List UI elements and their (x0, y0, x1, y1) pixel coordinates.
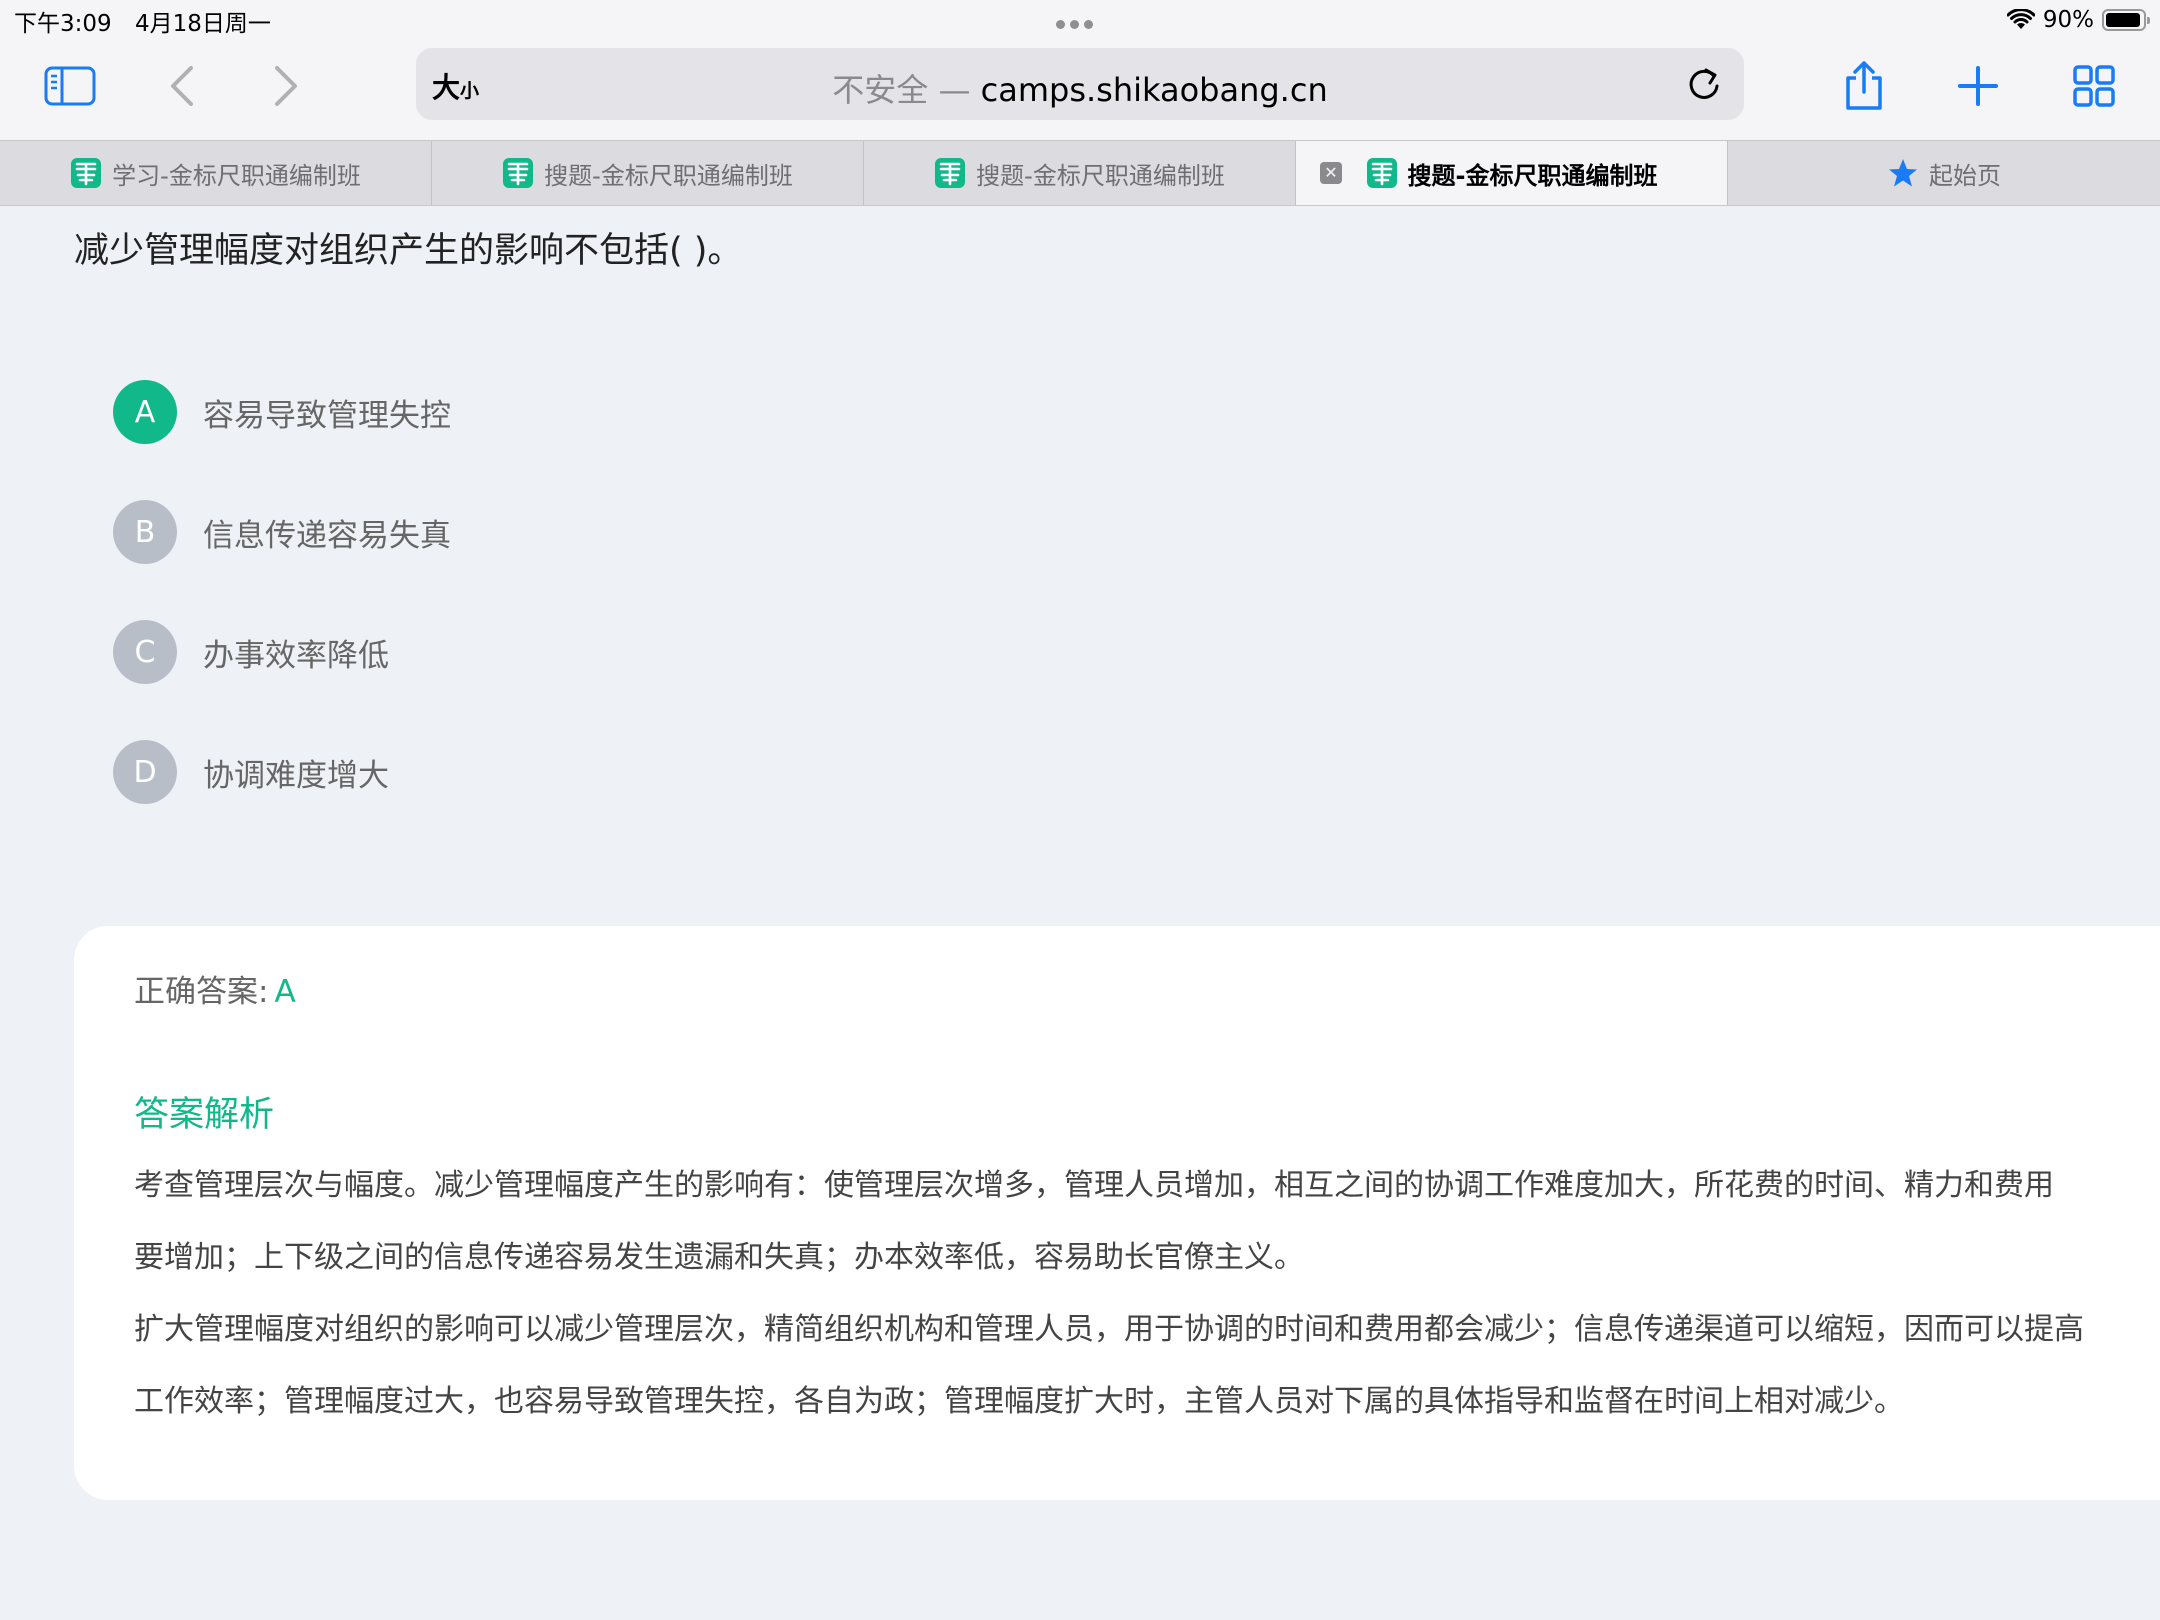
address-bar[interactable]: 大小 不安全 — camps.shikaobang.cn (416, 48, 1744, 120)
analysis-line: 考查管理层次与幅度。减少管理幅度产生的影响有：使管理层次增多，管理人员增加，相互… (134, 1168, 2054, 1203)
option-d[interactable]: D 协调难度增大 (113, 740, 389, 804)
answer-card: 正确答案: A 答案解析 考查管理层次与幅度。减少管理幅度产生的影响有：使管理层次… (74, 926, 2160, 1500)
site-favicon-icon (935, 158, 966, 188)
correct-answer: 正确答案: A (134, 966, 296, 1011)
option-text: 协调难度增大 (203, 757, 389, 794)
status-time: 下午3:09 (14, 11, 112, 37)
tab-overview-icon[interactable] (2064, 58, 2124, 114)
option-b[interactable]: B 信息传递容易失真 (113, 500, 451, 564)
battery-icon (2102, 9, 2150, 31)
wifi-icon (2006, 9, 2035, 29)
url-domain: camps.shikaobang.cn (980, 71, 1328, 109)
page-content: 减少管理幅度对组织产生的影响不包括( )。 A 容易导致管理失控 B 信息传递容… (0, 206, 2160, 1620)
battery-percent: 90% (2042, 7, 2094, 33)
correct-answer-label: 正确答案: (134, 974, 269, 1010)
tab-search-2[interactable]: 搜题-金标尺职通编制班 (864, 141, 1296, 205)
tab-label: 学习-金标尺职通编制班 (112, 161, 361, 190)
option-letter-badge: B (113, 500, 177, 564)
close-tab-icon[interactable]: ✕ (1320, 162, 1342, 184)
tab-start-page[interactable]: 起始页 (1728, 141, 2160, 205)
site-favicon-icon (1366, 158, 1397, 188)
analysis-line: 要增加；上下级之间的信息传递容易发生遗漏和失真；办本效率低，容易助长官僚主义。 (134, 1240, 1304, 1275)
option-text: 办事效率降低 (203, 637, 389, 674)
option-letter-badge: C (113, 620, 177, 684)
new-tab-plus-icon[interactable] (1948, 58, 2008, 114)
analysis-line: 工作效率；管理幅度过大，也容易导致管理失控，各自为政；管理幅度扩大时，主管人员对… (134, 1384, 1904, 1419)
analysis-title: 答案解析 (134, 1095, 275, 1135)
option-letter-badge: D (113, 740, 177, 804)
status-right: 90% (2006, 4, 2150, 36)
tab-search-active[interactable]: ✕ 搜题-金标尺职通编制班 (1296, 141, 1728, 205)
tab-label: 起始页 (1929, 161, 2001, 190)
tab-label: 搜题-金标尺职通编制班 (1407, 161, 1658, 190)
tab-bar: 学习-金标尺职通编制班 搜题-金标尺职通编制班 搜题-金标尺职通编制班 ✕ 搜题… (0, 140, 2160, 206)
question-text: 减少管理幅度对组织产生的影响不包括( )。 (74, 231, 743, 271)
browser-toolbar: 大小 不安全 — camps.shikaobang.cn (0, 40, 2160, 140)
star-icon (1889, 159, 1917, 187)
back-chevron-icon[interactable] (152, 58, 212, 114)
share-icon[interactable] (1834, 58, 1894, 114)
site-favicon-icon (503, 158, 534, 188)
site-favicon-icon (71, 158, 102, 188)
reload-icon[interactable] (1684, 64, 1724, 104)
url-security-label: 不安全 — (832, 71, 971, 109)
status-time-date: 下午3:09 4月18日周一 (14, 4, 271, 38)
tab-search-1[interactable]: 搜题-金标尺职通编制班 (432, 141, 864, 205)
status-date: 4月18日周一 (134, 11, 271, 37)
correct-answer-value: A (274, 974, 296, 1010)
analysis-line: 扩大管理幅度对组织的影响可以减少管理层次，精简组织机构和管理人员，用于协调的时间… (134, 1312, 2084, 1347)
option-c[interactable]: C 办事效率降低 (113, 620, 389, 684)
tab-study[interactable]: 学习-金标尺职通编制班 (0, 141, 432, 205)
status-bar: 下午3:09 4月18日周一 90% (0, 0, 2160, 40)
option-letter-badge: A (113, 380, 177, 444)
tab-label: 搜题-金标尺职通编制班 (976, 161, 1225, 190)
option-text: 容易导致管理失控 (203, 397, 451, 434)
tab-label: 搜题-金标尺职通编制班 (544, 161, 793, 190)
sidebar-toggle-icon[interactable] (40, 58, 100, 114)
option-text: 信息传递容易失真 (203, 517, 451, 554)
forward-chevron-icon[interactable] (256, 58, 316, 114)
multitasking-dots-icon[interactable] (1056, 14, 1104, 29)
option-a[interactable]: A 容易导致管理失控 (113, 380, 451, 444)
url-display[interactable]: 不安全 — camps.shikaobang.cn (416, 65, 1744, 111)
